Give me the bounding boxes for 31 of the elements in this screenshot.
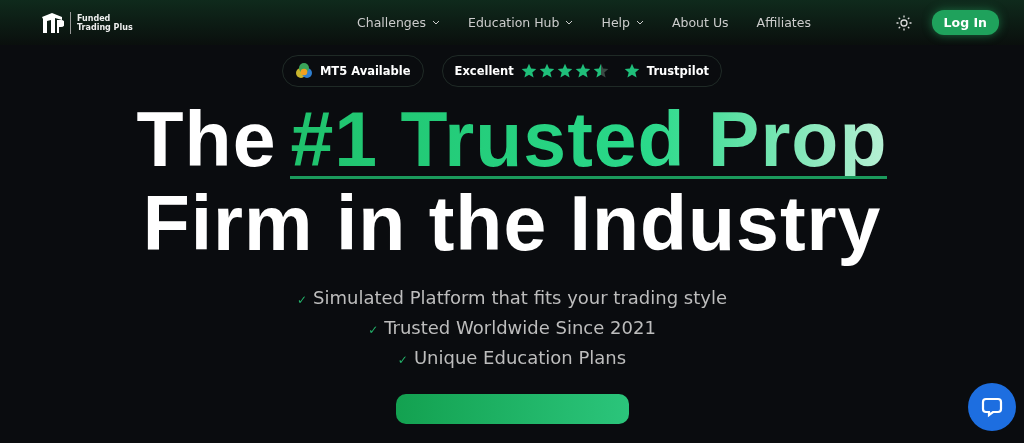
check-icon: ✓: [297, 293, 308, 307]
star-icon: [623, 63, 640, 79]
feature-text: Unique Education Plans: [413, 347, 627, 368]
nav-link[interactable]: Challenges: [343, 15, 454, 30]
platform-logo-icon: [294, 62, 313, 80]
chat-button[interactable]: [968, 383, 1016, 431]
review-site-label: Trustpilot: [646, 64, 710, 78]
logo-icon[interactable]: [40, 10, 64, 35]
star-icon: [520, 63, 537, 79]
chat-icon: [981, 396, 1003, 418]
headline-text: The: [136, 96, 277, 182]
feature-text: Trusted Worldwide Since 2021: [384, 317, 656, 338]
nav-link[interactable]: About Us: [658, 15, 743, 30]
check-icon: ✓: [368, 323, 379, 337]
caret-icon: [432, 20, 440, 25]
badge-label: MT5 Available: [319, 64, 411, 78]
nav-link[interactable]: Affiliates: [742, 15, 825, 30]
brand-name: Funded Trading Plus: [77, 13, 133, 32]
check-icon: ✓: [397, 353, 408, 367]
star-icon: [592, 63, 609, 79]
star-icon: [574, 63, 591, 79]
caret-icon: [636, 20, 644, 25]
star-icon: [556, 63, 573, 79]
caret-icon: [565, 20, 574, 25]
star-icon: [538, 63, 555, 79]
headline-text: Firm in the Industry: [142, 180, 882, 266]
nav-link[interactable]: Help: [587, 15, 658, 30]
nav-link[interactable]: Education Hub: [454, 15, 588, 30]
theme-toggle-icon[interactable]: [895, 14, 912, 31]
rating-label: Excellent: [454, 64, 514, 78]
feature-text: Simulated Platform that fits your trading style: [313, 287, 727, 308]
